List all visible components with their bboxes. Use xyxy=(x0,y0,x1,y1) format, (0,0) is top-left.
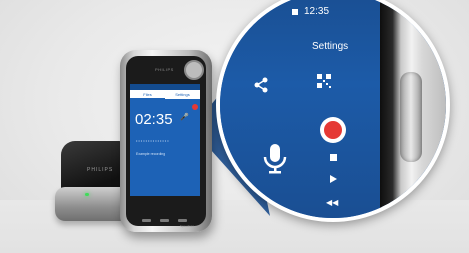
record-button[interactable] xyxy=(320,117,346,143)
settings-label[interactable]: Settings xyxy=(312,41,348,52)
qr-code-icon[interactable] xyxy=(317,74,331,88)
zoomed-status-bar: 12:35 xyxy=(292,6,329,17)
voice-recorder-device: PHILIPS Files Settings 02:35 🎤 •••••••••… xyxy=(120,50,212,232)
camera-lens xyxy=(184,60,204,80)
share-icon[interactable] xyxy=(253,77,269,98)
zoomed-screen xyxy=(220,0,380,218)
rewind-icon[interactable]: ◀◀ xyxy=(326,198,338,207)
recording-time: 02:35 xyxy=(135,111,173,128)
tab-settings[interactable]: Settings xyxy=(165,90,200,99)
zoom-detail-circle: 12:35 Settings ◀◀ xyxy=(216,0,450,222)
screen-tabs: Files Settings xyxy=(130,90,200,99)
mic-icon: 🎤 xyxy=(180,114,189,121)
stop-button[interactable] xyxy=(330,154,337,161)
record-indicator-icon xyxy=(192,104,198,110)
status-time: 12:35 xyxy=(304,6,330,17)
recording-subtitle: Example recording xyxy=(136,152,166,156)
device-brand: PHILIPS xyxy=(155,67,174,72)
dock-brand: PHILIPS xyxy=(87,167,114,173)
home-button[interactable] xyxy=(160,219,169,222)
product-scene: PHILIPS PHILIPS Files Settings 02:35 🎤 •… xyxy=(0,0,469,253)
dock-led-indicator xyxy=(85,193,89,196)
tab-files[interactable]: Files xyxy=(130,90,165,99)
play-button[interactable] xyxy=(330,175,337,183)
battery-icon xyxy=(292,8,298,15)
record-slide-switch[interactable] xyxy=(400,72,422,162)
microphone-icon xyxy=(262,144,288,181)
back-button[interactable] xyxy=(142,219,151,222)
menu-button[interactable] xyxy=(178,219,187,222)
device-model: SpeechAir xyxy=(180,224,194,228)
audio-level-dots: •••••••••••••• xyxy=(136,138,170,143)
device-screen: Files Settings 02:35 🎤 •••••••••••••• Ex… xyxy=(130,84,200,196)
